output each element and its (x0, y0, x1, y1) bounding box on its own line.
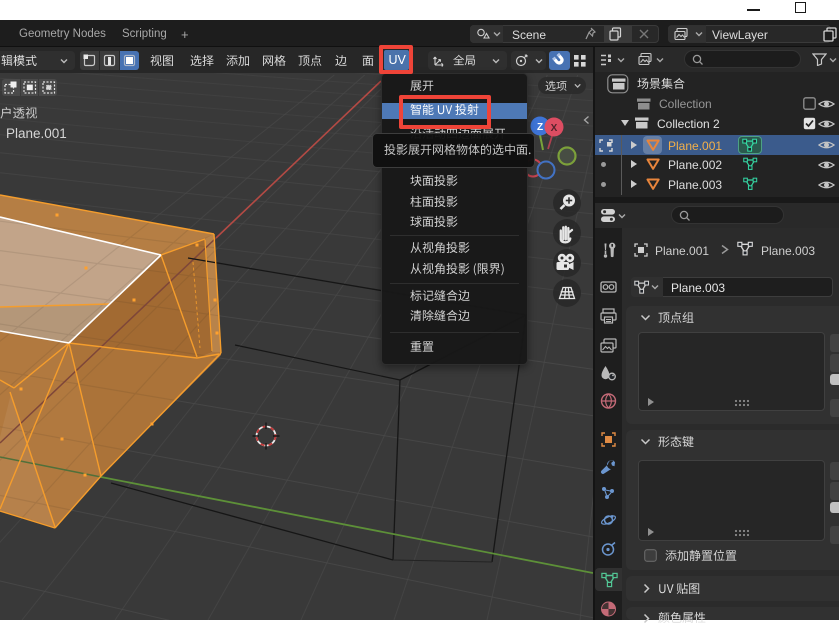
svg-text:Z: Z (537, 122, 543, 133)
svg-text:X: X (551, 123, 558, 134)
